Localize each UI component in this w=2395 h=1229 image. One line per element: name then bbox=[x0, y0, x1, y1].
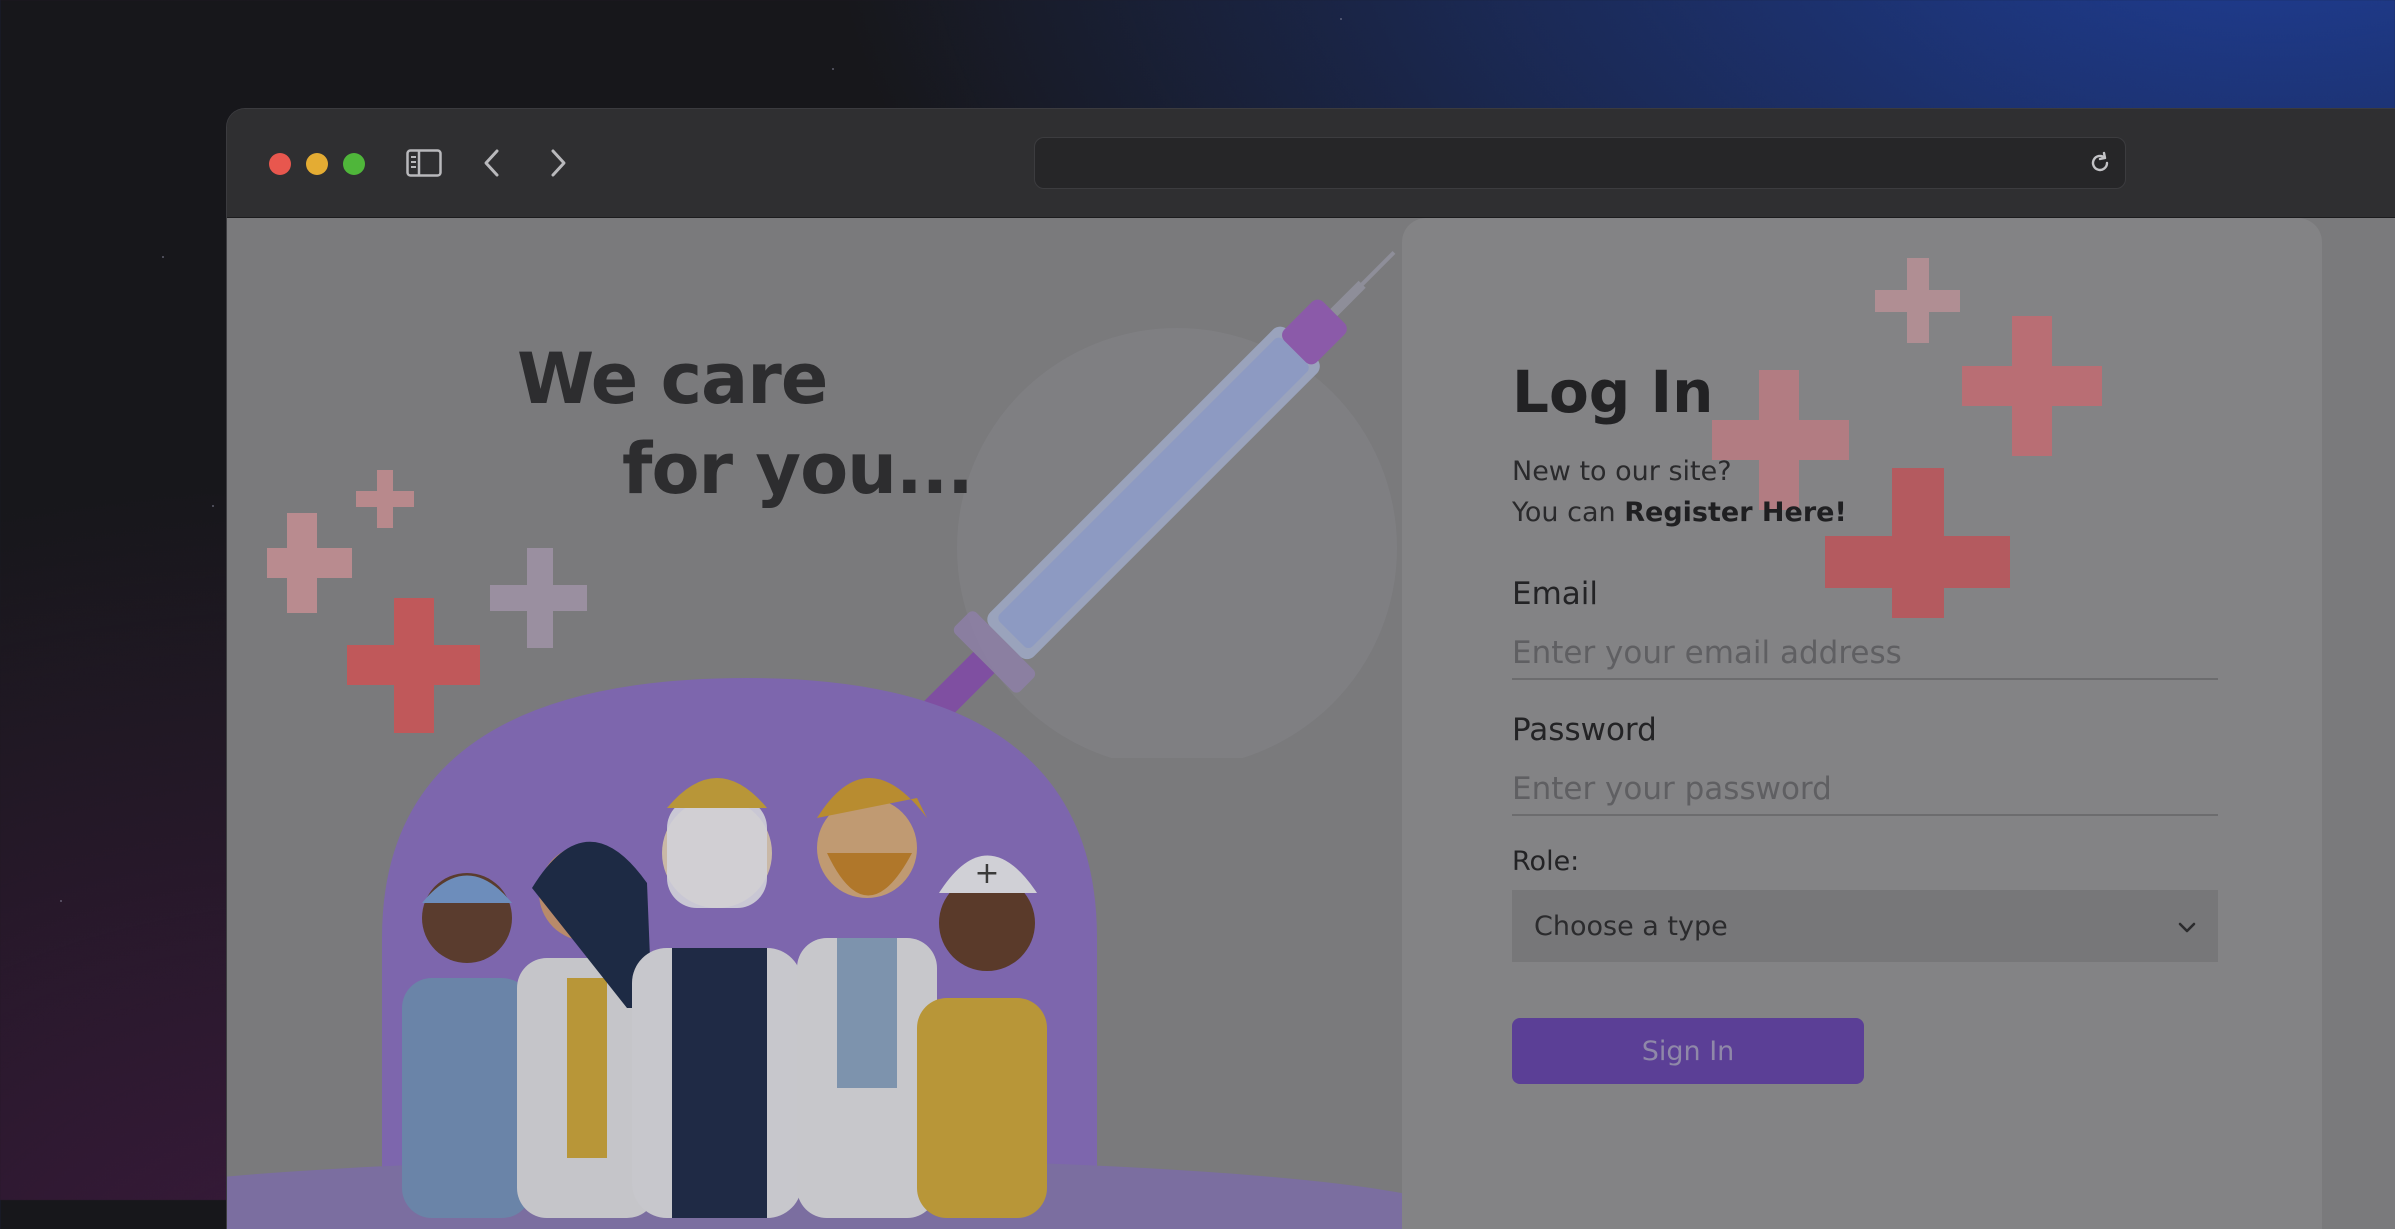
background-star bbox=[832, 68, 834, 70]
address-bar[interactable] bbox=[1034, 137, 2126, 189]
minimize-icon[interactable] bbox=[306, 153, 328, 175]
email-field[interactable] bbox=[1512, 628, 2218, 680]
register-prefix: You can bbox=[1512, 497, 1625, 528]
hero-headline-line2: for you... bbox=[622, 428, 974, 510]
email-label: Email bbox=[1512, 576, 1599, 612]
register-link[interactable]: Register Here! bbox=[1624, 497, 1847, 528]
chevron-down-icon bbox=[2178, 922, 2196, 933]
password-field[interactable] bbox=[1512, 764, 2218, 816]
sidebar-toggle-icon[interactable] bbox=[405, 145, 443, 181]
login-title: Log In bbox=[1512, 358, 1714, 426]
register-line: You can Register Here! bbox=[1512, 497, 1847, 528]
background-star bbox=[60, 900, 62, 902]
password-label: Password bbox=[1512, 712, 1657, 748]
page-content: + We care for you... Log In New to our s… bbox=[227, 218, 2395, 1229]
login-card: Log In New to our site? You can Register… bbox=[1402, 218, 2322, 1229]
role-label: Role: bbox=[1512, 846, 1580, 877]
background-star bbox=[1340, 18, 1342, 20]
reload-icon[interactable] bbox=[2087, 150, 2113, 176]
svg-text:+: + bbox=[974, 856, 999, 891]
sign-in-button[interactable]: Sign In bbox=[1512, 1018, 1864, 1084]
role-select[interactable]: Choose a type bbox=[1512, 890, 2218, 962]
forward-icon[interactable] bbox=[543, 145, 573, 181]
hero-headline-line1: We care bbox=[517, 338, 828, 420]
browser-window: + We care for you... Log In New to our s… bbox=[227, 109, 2395, 1229]
maximize-icon[interactable] bbox=[343, 153, 365, 175]
background-star bbox=[212, 505, 214, 507]
close-icon[interactable] bbox=[269, 153, 291, 175]
background-star bbox=[162, 256, 164, 258]
back-icon[interactable] bbox=[477, 145, 507, 181]
browser-toolbar bbox=[227, 109, 2395, 218]
role-select-value: Choose a type bbox=[1534, 910, 1728, 942]
new-user-prompt: New to our site? bbox=[1512, 456, 1732, 487]
medical-cross-icon bbox=[1712, 258, 2102, 618]
healthcare-workers-illustration: + bbox=[227, 678, 1407, 1229]
